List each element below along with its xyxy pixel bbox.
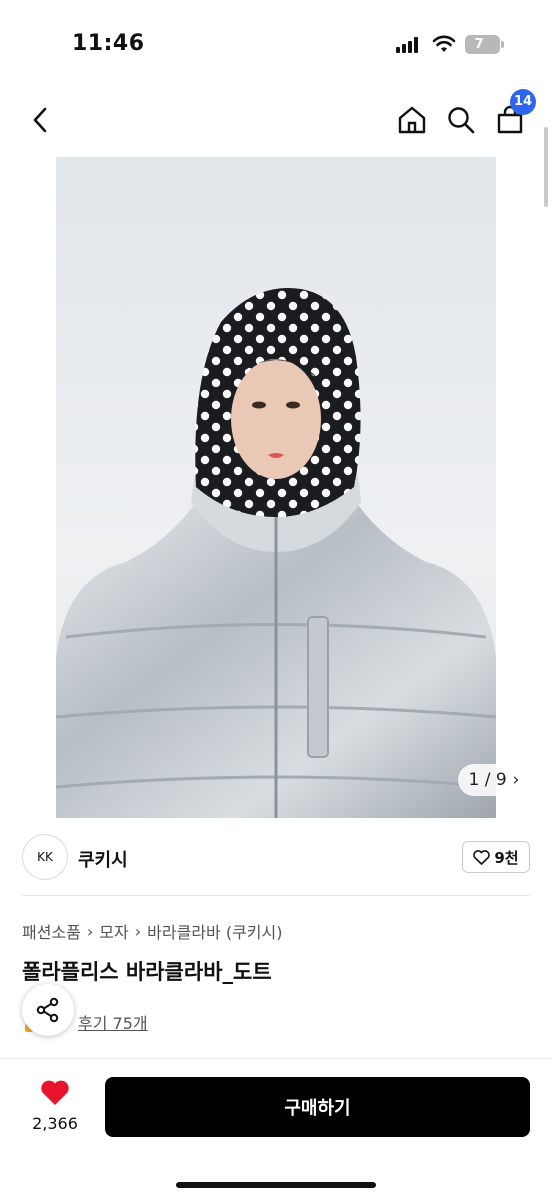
breadcrumb-item[interactable]: 바라클라바 (쿠키시) — [147, 919, 282, 943]
cart-count-badge: 14 — [510, 89, 536, 115]
image-counter-button[interactable]: 1 / 9 › — [458, 764, 530, 796]
seller-avatar[interactable]: KK — [22, 834, 68, 880]
seller-name[interactable]: 쿠키시 — [78, 846, 128, 872]
breadcrumb-item[interactable]: 패션소품 — [22, 919, 81, 943]
bottom-action-bar: 2,366 구매하기 — [0, 1058, 552, 1200]
share-button[interactable] — [22, 984, 74, 1036]
like-count: 2,366 — [32, 1114, 78, 1133]
back-button[interactable] — [20, 95, 60, 145]
scrollbar[interactable] — [544, 127, 548, 207]
search-button[interactable] — [441, 95, 481, 145]
seller-row[interactable]: KK 쿠키시 9천 — [22, 834, 530, 882]
cart-button[interactable]: 14 — [490, 89, 536, 145]
search-icon — [448, 107, 475, 134]
product-detail-page: 11:46 7 14 1 / 9 › KK 쿠키시 9천 패션소품 › 모자 ›… — [0, 0, 552, 1200]
status-time: 11:46 — [72, 31, 145, 56]
product-title: 폴라플리스 바라클라바_도트 — [22, 960, 272, 984]
battery-icon: 7 — [465, 35, 504, 54]
like-button[interactable]: 2,366 — [22, 1079, 88, 1133]
cellular-signal-icon — [396, 37, 422, 53]
chevron-right-icon: › — [134, 921, 142, 941]
image-counter-text: 1 / 9 — [468, 770, 507, 790]
reviews-link[interactable]: 후기 75개 — [78, 1010, 148, 1034]
home-icon — [398, 106, 426, 134]
share-icon — [36, 997, 59, 1023]
home-indicator — [176, 1182, 376, 1188]
product-image[interactable] — [56, 157, 496, 818]
chevron-left-icon — [33, 107, 47, 133]
buy-button[interactable]: 구매하기 — [105, 1077, 530, 1137]
seller-avatar-text: KK — [37, 850, 53, 864]
battery-level: 7 — [474, 37, 484, 52]
top-nav: 14 — [0, 89, 552, 150]
heart-filled-icon — [41, 1080, 69, 1105]
status-bar: 11:46 7 — [0, 0, 552, 90]
chevron-right-icon: › — [512, 770, 520, 790]
chevron-right-icon: › — [86, 921, 94, 941]
product-photo — [56, 287, 496, 818]
shop-like-count: 9천 — [494, 848, 519, 867]
home-button[interactable] — [392, 95, 432, 145]
divider — [22, 895, 530, 896]
wifi-icon — [432, 35, 456, 52]
breadcrumb: 패션소품 › 모자 › 바라클라바 (쿠키시) — [22, 919, 283, 943]
heart-outline-icon — [473, 849, 491, 865]
breadcrumb-item[interactable]: 모자 — [99, 919, 128, 943]
shop-like-button[interactable]: 9천 — [462, 841, 530, 873]
